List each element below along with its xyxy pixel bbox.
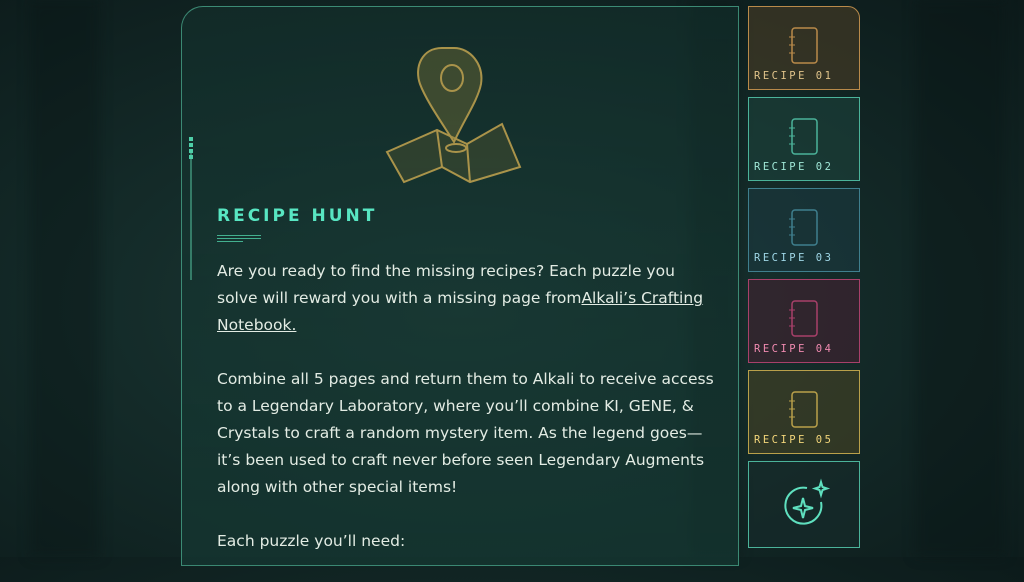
- recipe-card-label: RECIPE 04: [754, 343, 834, 355]
- recipe-card-05[interactable]: RECIPE 05: [748, 370, 860, 454]
- bonus-card[interactable]: [748, 461, 860, 548]
- panel-accent-line: [190, 150, 192, 280]
- recipe-card-label: RECIPE 03: [754, 252, 834, 264]
- title-decoration: [217, 235, 261, 244]
- recipe-card-label: RECIPE 05: [754, 434, 834, 446]
- recipe-card-label: RECIPE 02: [754, 161, 834, 173]
- page-title: RECIPE HUNT: [217, 206, 378, 226]
- notebook-icon: [789, 391, 818, 428]
- panel-dots: [189, 137, 193, 161]
- recipe-card-01[interactable]: RECIPE 01: [748, 6, 860, 90]
- puzzle-needs-paragraph: Each puzzle you’ll need:: [217, 532, 406, 550]
- sparkle-icon: [784, 478, 831, 525]
- description: Are you ready to find the missing recipe…: [217, 258, 717, 582]
- recipe-sidebar: RECIPE 01 RECIPE 02 RECIPE 03 RECIPE 04 …: [748, 6, 860, 555]
- map-pin-icon: [385, 47, 522, 184]
- recipe-card-02[interactable]: RECIPE 02: [748, 97, 860, 181]
- notebook-icon: [789, 27, 818, 64]
- recipe-card-03[interactable]: RECIPE 03: [748, 188, 860, 272]
- notebook-icon: [789, 209, 818, 246]
- recipe-card-04[interactable]: RECIPE 04: [748, 279, 860, 363]
- intro-paragraph: Are you ready to find the missing recipe…: [217, 258, 717, 339]
- notebook-icon: [789, 300, 818, 337]
- legend-paragraph: Combine all 5 pages and return them to A…: [217, 370, 714, 496]
- notebook-icon: [789, 118, 818, 155]
- recipe-card-label: RECIPE 01: [754, 70, 834, 82]
